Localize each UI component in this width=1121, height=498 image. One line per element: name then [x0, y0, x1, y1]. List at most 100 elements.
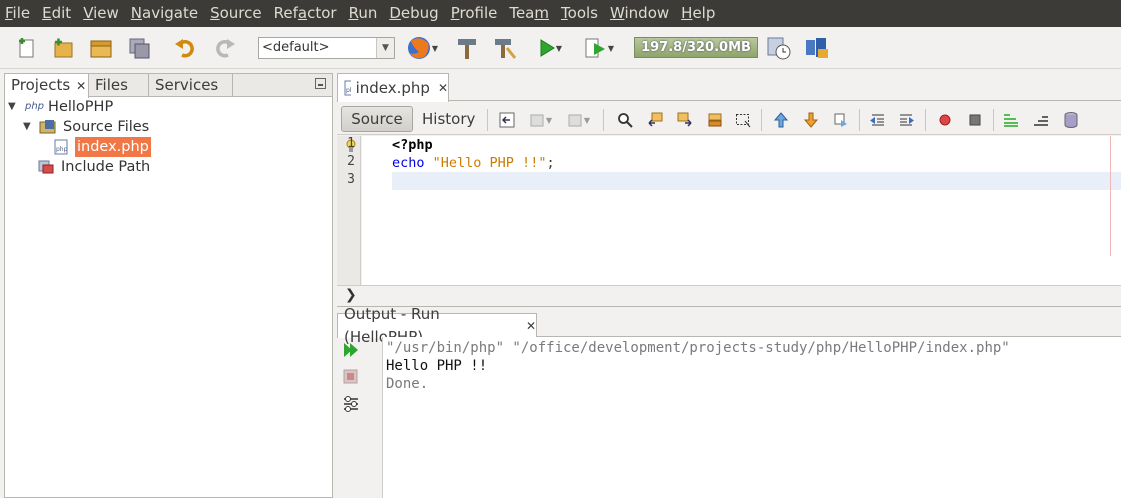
stop-macro-icon[interactable] [965, 110, 985, 130]
close-icon[interactable]: ✕ [76, 79, 86, 93]
code-line-2: echo "Hello PHP !!"; [392, 154, 555, 172]
clean-build-icon[interactable] [492, 35, 518, 61]
output-panel: Output - Run (HelloPHP) ✕ "/usr/bin/php"… [337, 305, 1121, 498]
minimize-icon[interactable] [315, 78, 326, 89]
chevron-down-icon[interactable]: ▼ [432, 44, 438, 53]
tab-index-php[interactable]: php index.php ✕ [337, 73, 449, 102]
tab-output-run[interactable]: Output - Run (HelloPHP) ✕ [337, 305, 537, 346]
chevron-right-icon[interactable]: ❯ [345, 287, 357, 303]
chevron-down-icon[interactable]: ▼ [376, 38, 394, 58]
toggle-highlight-icon[interactable] [705, 110, 725, 130]
menu-item-edit[interactable]: Edit [37, 0, 78, 27]
forward-icon[interactable]: ▼ [565, 110, 593, 130]
open-project-icon[interactable] [88, 35, 114, 61]
memory-indicator[interactable]: 197.8/320.0MB [634, 37, 758, 58]
menu-item-profile[interactable]: Profile [446, 0, 505, 27]
build-icon[interactable] [454, 35, 480, 61]
stop-icon[interactable] [343, 369, 359, 385]
configuration-select[interactable]: <default> ▼ [258, 37, 395, 59]
expand-arrow-icon[interactable]: ▼ [8, 97, 20, 117]
profile-memory-icon[interactable] [804, 35, 830, 61]
close-icon[interactable]: ✕ [526, 315, 536, 338]
back-icon[interactable]: ▼ [527, 110, 555, 130]
next-bookmark-icon[interactable] [801, 110, 821, 130]
toolbar-separator [603, 109, 604, 131]
toolbar-separator [859, 109, 860, 131]
shift-left-icon[interactable] [867, 110, 887, 130]
php-file-icon: php [344, 80, 351, 96]
find-next-icon[interactable] [675, 110, 695, 130]
tab-services[interactable]: Services [149, 74, 233, 97]
svg-text:php: php [56, 146, 68, 153]
left-panel-tabs: Projects ✕ Files Services [5, 74, 332, 98]
chevron-down-icon[interactable]: ▼ [608, 44, 614, 53]
menu-item-debug[interactable]: Debug [384, 0, 445, 27]
echo-keyword: echo [392, 155, 425, 171]
menu-item-run[interactable]: Run [344, 0, 385, 27]
tree-file-index-php[interactable]: php index.php [53, 137, 151, 157]
uncomment-icon[interactable] [1031, 110, 1051, 130]
current-line-highlight [392, 172, 1121, 190]
tab-projects[interactable]: Projects ✕ [5, 74, 89, 98]
tab-files[interactable]: Files [89, 74, 149, 97]
chevron-down-icon[interactable]: ▼ [546, 116, 552, 125]
tab-projects-label: Projects [11, 76, 71, 94]
run-project-icon[interactable]: ▼ [534, 35, 566, 61]
toolbar-separator [487, 109, 488, 131]
search-icon[interactable] [615, 110, 635, 130]
comment-icon[interactable] [1001, 110, 1021, 130]
tree-include-path[interactable]: Include Path [37, 157, 150, 177]
chevron-down-icon[interactable]: ▼ [584, 116, 590, 125]
previous-bookmark-icon[interactable] [771, 110, 791, 130]
output-result-line: Hello PHP !! [386, 358, 488, 374]
tree-source-files-label: Source Files [63, 119, 150, 135]
code-editor[interactable]: <?php echo "Hello PHP !!"; [362, 136, 1121, 285]
menu-item-file[interactable]: File [0, 0, 37, 27]
debug-project-icon[interactable]: ▼ [580, 35, 618, 61]
menu-item-help[interactable]: Help [676, 0, 722, 27]
toggle-rect-selection-icon[interactable] [733, 110, 753, 130]
tab-index-php-label: index.php [355, 78, 430, 97]
redo-icon[interactable] [211, 35, 237, 61]
php-project-icon: php [25, 101, 45, 112]
toolbar-separator [925, 109, 926, 131]
database-icon[interactable] [1061, 110, 1081, 130]
toolbar-separator [993, 109, 994, 131]
save-all-icon[interactable] [126, 35, 152, 61]
output-tabs: Output - Run (HelloPHP) ✕ [337, 305, 1121, 346]
shift-right-icon[interactable] [897, 110, 917, 130]
menu-item-team[interactable]: Team [504, 0, 556, 27]
rerun-icon[interactable] [342, 341, 360, 359]
settings-icon[interactable] [342, 395, 360, 413]
tree-source-files[interactable]: ▼ Source Files [23, 117, 149, 137]
expand-arrow-icon[interactable]: ▼ [23, 117, 35, 137]
find-previous-icon[interactable] [645, 110, 665, 130]
history-button[interactable]: History [422, 106, 475, 132]
output-console[interactable]: "/usr/bin/php" "/office/development/proj… [383, 337, 1121, 498]
menu-item-window[interactable]: Window [605, 0, 676, 27]
output-side-toolbar [337, 337, 383, 498]
menu-item-source[interactable]: Source [205, 0, 269, 27]
profile-icon[interactable] [766, 35, 792, 61]
start-macro-icon[interactable] [935, 110, 955, 130]
code-line-1: <?php [392, 136, 433, 154]
last-edit-icon[interactable] [497, 110, 517, 130]
menu-item-refactor[interactable]: Refactor [269, 0, 344, 27]
close-icon[interactable]: ✕ [438, 75, 448, 102]
chevron-down-icon[interactable]: ▼ [556, 44, 562, 53]
menu-item-navigate[interactable]: Navigate [126, 0, 205, 27]
php-file-icon: php [54, 139, 68, 155]
tab-files-label: Files [95, 76, 128, 94]
undo-icon[interactable] [173, 35, 199, 61]
browser-icon[interactable]: ▼ [406, 35, 438, 61]
editor-tabs: php index.php ✕ [337, 73, 1121, 102]
line-number: 2 [347, 154, 355, 169]
right-margin-line [1110, 136, 1111, 256]
menu-item-view[interactable]: View [78, 0, 126, 27]
toggle-bookmark-icon[interactable] [831, 110, 851, 130]
new-file-icon[interactable] [14, 35, 40, 61]
new-project-icon[interactable] [50, 35, 76, 61]
source-button[interactable]: Source [341, 106, 413, 132]
tree-project-hellophp[interactable]: ▼ php HelloPHP [8, 97, 113, 117]
menu-item-tools[interactable]: Tools [556, 0, 605, 27]
